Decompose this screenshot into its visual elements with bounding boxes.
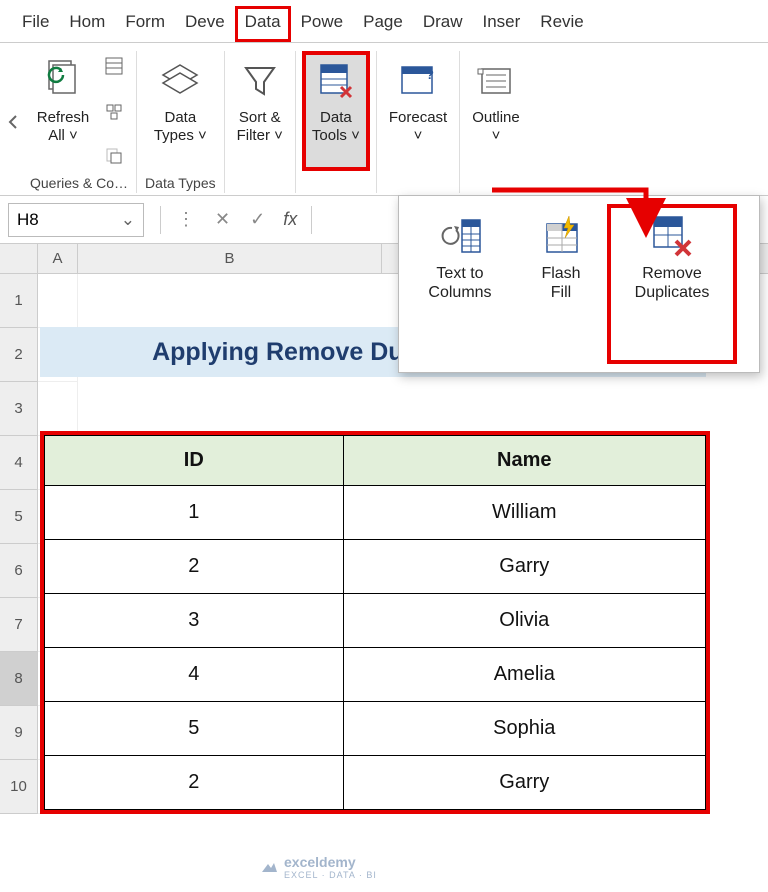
table-row[interactable]: 2Garry (45, 756, 706, 810)
data-tools-icon (317, 57, 355, 105)
group-label-queries: Queries & Co… (28, 171, 130, 193)
table-row[interactable]: 4Amelia (45, 648, 706, 702)
menu-bar: File Hom Form Deve Data Powe Page Draw I… (0, 0, 768, 43)
data-tools-button[interactable]: Data Tools ˅ (302, 51, 370, 171)
text-to-columns-label: Text to Columns (428, 264, 491, 302)
row-header-10[interactable]: 10 (0, 760, 38, 814)
data-tools-dropdown: Text to Columns Flash Fill Remo (398, 195, 760, 373)
tab-formulas[interactable]: Form (115, 6, 175, 42)
name-box-value: H8 (17, 210, 39, 230)
queries-connections-icon[interactable] (103, 55, 125, 77)
chevron-down-icon: ˅ (351, 127, 360, 144)
watermark: exceldemy EXCEL · DATA · BI (260, 854, 377, 880)
row-header-7[interactable]: 7 (0, 598, 38, 652)
chevron-down-icon: ˅ (198, 127, 207, 144)
row-header-4[interactable]: 4 (0, 436, 38, 490)
chevron-down-icon[interactable]: ⌄ (121, 210, 135, 230)
select-all-corner[interactable] (0, 244, 38, 273)
refresh-icon (43, 57, 83, 105)
sort-filter-button[interactable]: Sort & Filter ˅ (231, 51, 289, 171)
chevron-down-icon: ˅ (414, 127, 423, 144)
forecast-button[interactable]: ? Forecast˅ (383, 51, 453, 171)
ribbon-group-datatools: Data Tools ˅ (296, 51, 377, 193)
data-table-highlight: ID Name 1William 2Garry 3Olivia 4Amelia … (40, 431, 710, 814)
ribbon-group-sortfilter: Sort & Filter ˅ (225, 51, 296, 193)
data-types-icon (157, 57, 203, 105)
confirm-icon[interactable]: ✓ (240, 209, 275, 230)
svg-text:?: ? (426, 67, 434, 82)
data-table[interactable]: ID Name 1William 2Garry 3Olivia 4Amelia … (44, 435, 706, 810)
flash-fill-icon (539, 212, 583, 260)
chevron-down-icon: ˅ (69, 127, 78, 144)
table-row[interactable]: 5Sophia (45, 702, 706, 756)
tab-developer[interactable]: Deve (175, 6, 235, 42)
data-types-button[interactable]: Data Types ˅ (148, 51, 213, 171)
data-types-label: Data Types (154, 109, 196, 144)
text-to-columns-icon (436, 212, 484, 260)
ribbon-collapse-left[interactable] (4, 51, 22, 193)
properties-icon[interactable] (103, 100, 125, 122)
text-to-columns-button[interactable]: Text to Columns (405, 204, 515, 364)
filter-icon (242, 57, 278, 105)
tab-data[interactable]: Data (235, 6, 291, 42)
refresh-all-label: Refresh All (37, 109, 90, 144)
column-header-b[interactable]: B (78, 244, 382, 273)
fx-label[interactable]: fx (283, 209, 297, 230)
row-header-2[interactable]: 2 (0, 328, 38, 382)
header-name[interactable]: Name (343, 436, 705, 486)
forecast-label: Forecast (389, 109, 447, 126)
tab-home[interactable]: Hom (59, 6, 115, 42)
tab-draw[interactable]: Draw (413, 6, 473, 42)
ribbon-group-datatypes: Data Types ˅ Data Types (137, 51, 225, 193)
tab-file[interactable]: File (12, 6, 59, 42)
forecast-icon: ? (398, 57, 438, 105)
flash-fill-button[interactable]: Flash Fill (519, 204, 603, 364)
chevron-down-icon: ˅ (274, 127, 283, 144)
table-row[interactable]: 2Garry (45, 540, 706, 594)
cancel-icon[interactable]: ✕ (205, 209, 240, 230)
chevron-down-icon: ˅ (492, 127, 501, 144)
header-id[interactable]: ID (45, 436, 344, 486)
remove-duplicates-icon (648, 212, 696, 260)
ribbon-group-queries: Refresh All ˅ Queries & Co… (22, 51, 137, 193)
data-tools-label: Data Tools (312, 109, 352, 144)
row-header-5[interactable]: 5 (0, 490, 38, 544)
edit-links-icon[interactable] (103, 145, 125, 167)
row-header-8[interactable]: 8 (0, 652, 38, 706)
flash-fill-label: Flash Fill (541, 264, 580, 302)
ribbon: Refresh All ˅ Queries & Co… (0, 43, 768, 196)
outline-icon (476, 57, 516, 105)
outline-label: Outline (472, 109, 520, 126)
row-header-3[interactable]: 3 (0, 382, 38, 436)
name-box[interactable]: H8 ⌄ (8, 203, 144, 237)
remove-duplicates-button[interactable]: Remove Duplicates (607, 204, 737, 364)
row-header-9[interactable]: 9 (0, 706, 38, 760)
tab-insert[interactable]: Inser (473, 6, 531, 42)
ribbon-group-forecast: ? Forecast˅ (377, 51, 460, 193)
table-row[interactable]: 3Olivia (45, 594, 706, 648)
remove-duplicates-label: Remove Duplicates (635, 264, 710, 302)
outline-button[interactable]: Outline˅ (466, 51, 526, 171)
formula-more-icon[interactable]: ⋮ (167, 209, 205, 230)
table-row[interactable]: 1William (45, 486, 706, 540)
table-header-row: ID Name (45, 436, 706, 486)
ribbon-group-outline: Outline˅ (460, 51, 532, 193)
tab-review[interactable]: Revie (530, 6, 593, 42)
tab-page[interactable]: Page (353, 6, 413, 42)
group-label-datatypes: Data Types (143, 171, 218, 193)
row-header-1[interactable]: 1 (0, 274, 38, 328)
tab-power[interactable]: Powe (291, 6, 354, 42)
refresh-all-button[interactable]: Refresh All ˅ (31, 51, 96, 171)
column-header-a[interactable]: A (38, 244, 78, 273)
queries-mini-icons (101, 51, 127, 171)
row-header-6[interactable]: 6 (0, 544, 38, 598)
